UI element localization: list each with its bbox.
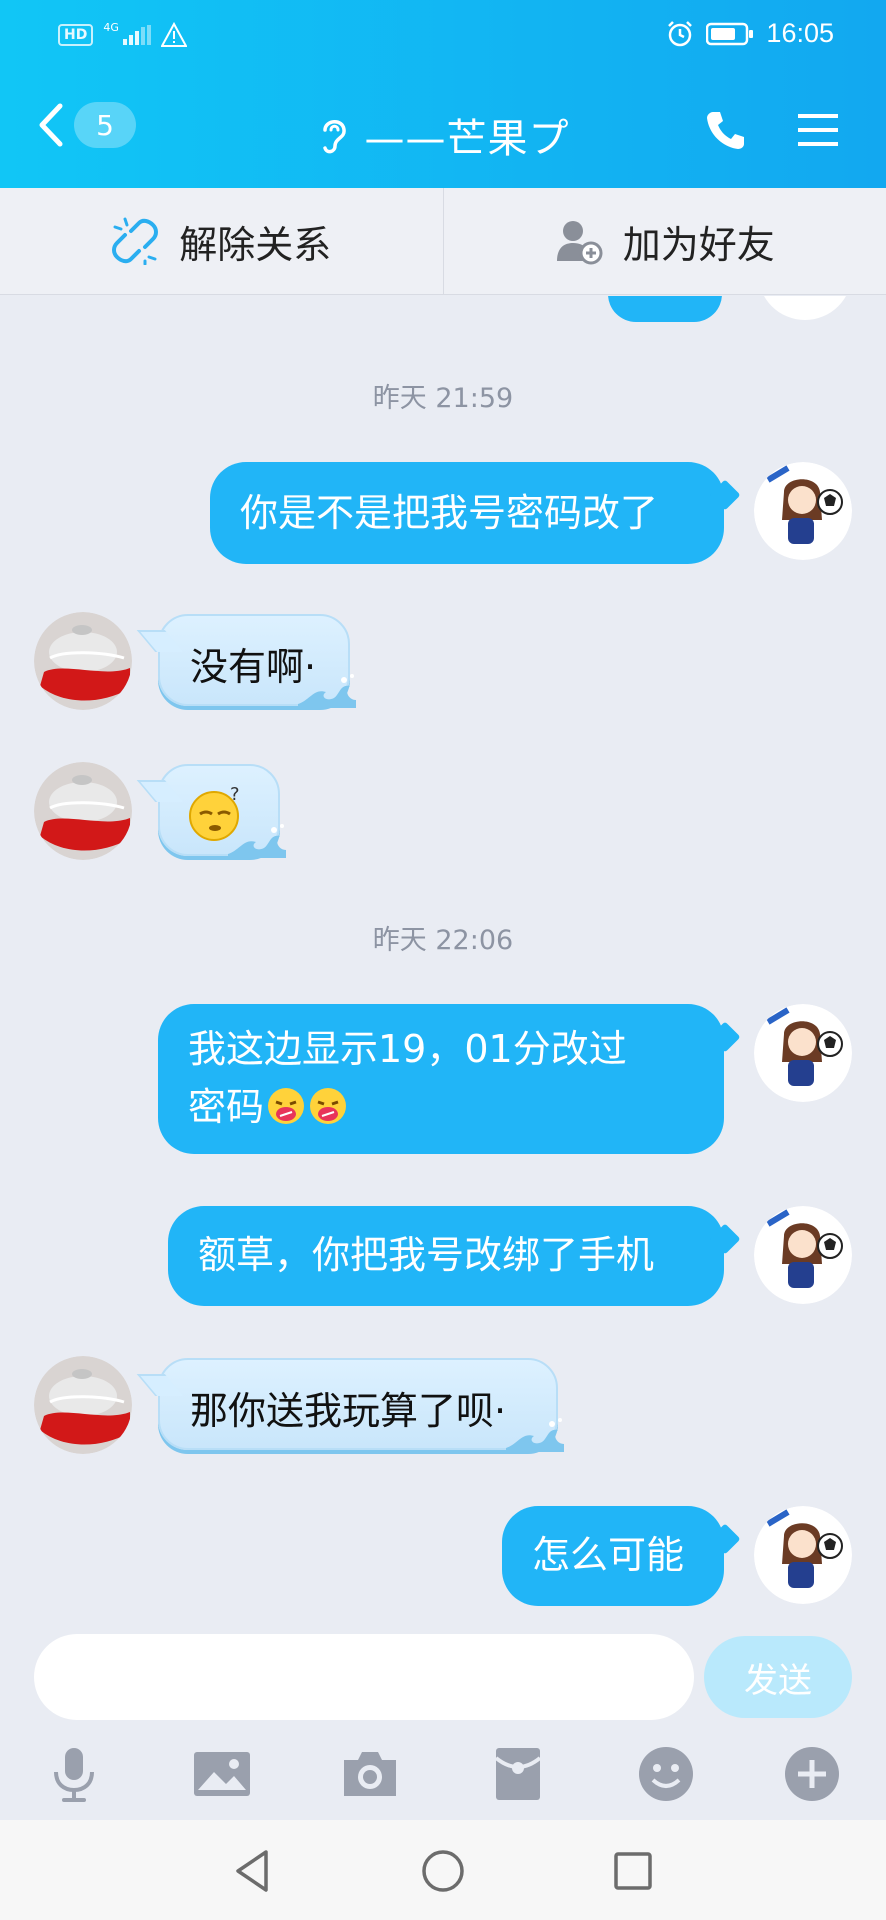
- wave-icon: [506, 1418, 564, 1452]
- alarm-icon: [668, 20, 693, 46]
- chat-title: ——芒果プ: [364, 116, 570, 162]
- anime-girl-avatar-icon: [754, 1004, 852, 1102]
- my-avatar[interactable]: [754, 1506, 852, 1604]
- outgoing-message[interactable]: 我这边显示19，01分改过 密码: [158, 1004, 724, 1154]
- send-button[interactable]: 发送: [704, 1636, 852, 1718]
- message-text: 那你送我玩算了呗·: [190, 1389, 507, 1433]
- outgoing-message[interactable]: 额草，你把我号改绑了手机: [168, 1206, 724, 1306]
- input-area: 发送: [0, 1634, 886, 1820]
- wave-icon: [298, 674, 356, 708]
- recents-square-icon[interactable]: [610, 1848, 656, 1894]
- incoming-message[interactable]: 那你送我玩算了呗·: [158, 1358, 564, 1452]
- warning-icon: [160, 22, 187, 47]
- my-avatar[interactable]: [754, 1206, 852, 1304]
- friend-avatar[interactable]: [34, 1356, 132, 1454]
- camera-icon[interactable]: [340, 1744, 400, 1804]
- image-icon[interactable]: [192, 1744, 252, 1804]
- vomit-emoji-icon: [310, 1088, 347, 1124]
- relation-action-bar: 解除关系 加为好友: [0, 188, 886, 295]
- chat-area[interactable]: 昨天 21:59 你是不是把我号密码改了 没有啊· ? 昨天 22:06 我这边…: [0, 296, 886, 1634]
- my-avatar[interactable]: [754, 1004, 852, 1102]
- outgoing-message[interactable]: 你是不是把我号密码改了: [210, 462, 724, 564]
- vomit-emoji-icon: [268, 1088, 305, 1124]
- incoming-message[interactable]: 没有啊·: [158, 614, 356, 708]
- add-friend-label: 加为好友: [622, 222, 775, 267]
- remove-relation-button[interactable]: 解除关系: [0, 188, 443, 294]
- toolbar: [0, 1744, 886, 1814]
- red-glass-avatar-icon: [34, 1356, 132, 1454]
- svg-text:?: ?: [230, 784, 240, 805]
- hd-badge: HD: [58, 24, 94, 46]
- back-triangle-icon[interactable]: [230, 1848, 276, 1894]
- title-wrap: ——芒果プ: [0, 106, 886, 164]
- nav-bar: 5 ——芒果プ: [0, 72, 886, 188]
- previous-message-bubble[interactable]: [608, 296, 722, 322]
- status-left: HD 4G: [58, 22, 187, 48]
- red-glass-avatar-icon: [34, 762, 132, 860]
- emoji-icon[interactable]: [636, 1744, 696, 1804]
- phone-icon[interactable]: [704, 108, 748, 152]
- microphone-icon[interactable]: [44, 1744, 104, 1804]
- unlink-icon: [112, 217, 159, 265]
- timestamp: 昨天 21:59: [372, 383, 514, 414]
- message-line-2-text: 密码: [188, 1085, 265, 1129]
- anime-girl-avatar-icon: [754, 1206, 852, 1304]
- wave-icon: [228, 824, 286, 858]
- ear-icon[interactable]: [317, 114, 351, 156]
- timestamp: 昨天 22:06: [372, 925, 514, 956]
- previous-avatar: [758, 296, 852, 320]
- status-time: 16:05: [766, 18, 834, 48]
- friend-avatar[interactable]: [34, 612, 132, 710]
- signal-icon: [122, 25, 151, 45]
- remove-relation-label: 解除关系: [179, 222, 332, 267]
- message-line-2: 密码: [188, 1078, 694, 1136]
- anime-girl-avatar-icon: [754, 1506, 852, 1604]
- friend-avatar[interactable]: [34, 762, 132, 860]
- status-right: 16:05: [666, 18, 834, 49]
- red-glass-avatar-icon: [34, 612, 132, 710]
- add-friend-button[interactable]: 加为好友: [442, 188, 886, 294]
- outgoing-message[interactable]: 怎么可能: [502, 1506, 724, 1606]
- home-circle-icon[interactable]: [420, 1848, 466, 1894]
- message-line-1: 我这边显示19，01分改过: [188, 1027, 627, 1071]
- red-packet-icon[interactable]: [488, 1744, 548, 1804]
- add-user-icon: [556, 221, 603, 265]
- menu-icon[interactable]: [796, 110, 840, 150]
- battery-icon: [706, 22, 754, 45]
- status-bar: HD 4G 16:05: [0, 0, 886, 72]
- anime-girl-avatar-icon: [754, 462, 852, 560]
- header: HD 4G 16:05 5 ——芒果プ: [0, 0, 886, 188]
- network-label: 4G: [103, 20, 119, 34]
- plus-icon[interactable]: [782, 1744, 842, 1804]
- incoming-emoji-message[interactable]: ?: [158, 764, 286, 858]
- system-navigation-bar: [0, 1820, 886, 1920]
- message-input[interactable]: [34, 1634, 694, 1720]
- my-avatar[interactable]: [754, 462, 852, 560]
